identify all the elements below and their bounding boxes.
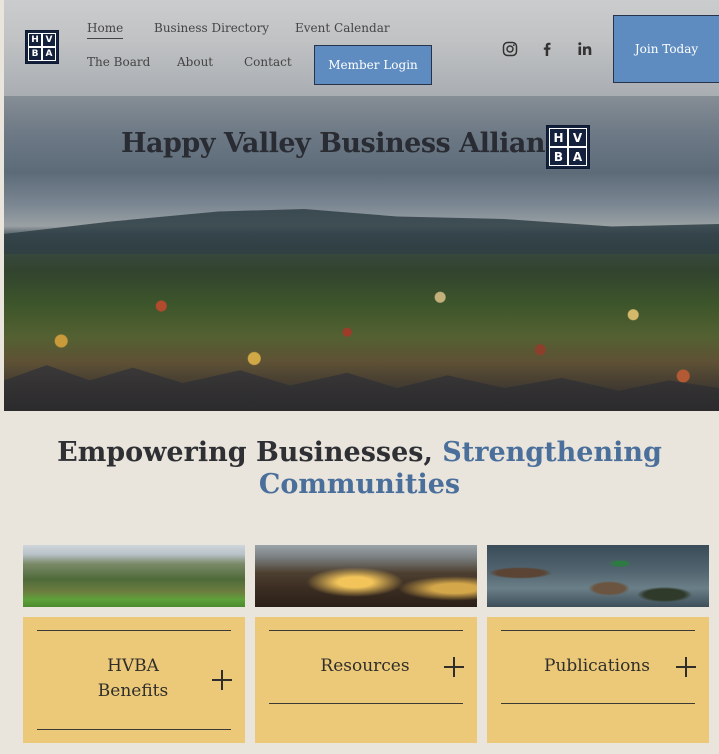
tagline-part-3: Communities: [258, 469, 461, 500]
lit-building-photo: [255, 545, 477, 607]
tagline-part-1: Empowering Businesses,: [57, 437, 433, 468]
card-hvba-benefits[interactable]: HVBA Benefits: [23, 617, 245, 743]
card-divider: [269, 630, 463, 631]
facebook-icon[interactable]: [538, 40, 556, 58]
card-label-line1: HVBA: [107, 656, 159, 676]
nav-event-calendar[interactable]: Event Calendar: [295, 21, 390, 35]
card-label: Resources: [320, 656, 410, 676]
logo-letter: A: [42, 47, 56, 61]
card-divider: [37, 630, 231, 631]
card-divider: [501, 630, 695, 631]
nav-the-board[interactable]: The Board: [87, 55, 150, 69]
hero-title: Happy Valley Business Alliance: [121, 128, 578, 159]
card-label: Publications: [544, 656, 650, 676]
expand-plus-icon[interactable]: [676, 657, 696, 677]
aerial-valley-photo: [23, 545, 245, 607]
card-divider: [501, 703, 695, 704]
expand-plus-icon[interactable]: [212, 670, 232, 690]
card-resources[interactable]: Resources: [255, 617, 477, 743]
logo-letter: V: [42, 33, 56, 47]
nav-business-directory[interactable]: Business Directory: [154, 21, 269, 35]
tagline-part-2: Strengthening: [442, 437, 662, 468]
linkedin-icon[interactable]: [576, 40, 594, 58]
expand-plus-icon[interactable]: [444, 657, 464, 677]
hvba-logo-large: H V B A: [546, 125, 590, 169]
hvba-logo[interactable]: H V B A: [25, 30, 59, 64]
card-divider: [269, 703, 463, 704]
tagline-heading: Empowering Businesses, Strengthening Com…: [0, 437, 719, 501]
join-today-button[interactable]: Join Today: [613, 15, 719, 83]
nav-home[interactable]: Home: [87, 21, 124, 39]
card-label: HVBA Benefits: [78, 654, 188, 704]
ducks-on-water-photo: [487, 545, 709, 607]
logo-letter: B: [28, 47, 42, 61]
card-label-line2: Benefits: [97, 681, 169, 701]
card-publications[interactable]: Publications: [487, 617, 709, 743]
logo-letter: A: [568, 147, 587, 166]
instagram-icon[interactable]: [501, 40, 519, 58]
card-divider: [37, 729, 231, 730]
logo-letter: H: [28, 33, 42, 47]
logo-letter: H: [549, 128, 568, 147]
nav-contact[interactable]: Contact: [244, 55, 292, 69]
nav-about[interactable]: About: [177, 55, 213, 69]
logo-letter: V: [568, 128, 587, 147]
logo-letter: B: [549, 147, 568, 166]
member-login-button[interactable]: Member Login: [314, 45, 432, 85]
